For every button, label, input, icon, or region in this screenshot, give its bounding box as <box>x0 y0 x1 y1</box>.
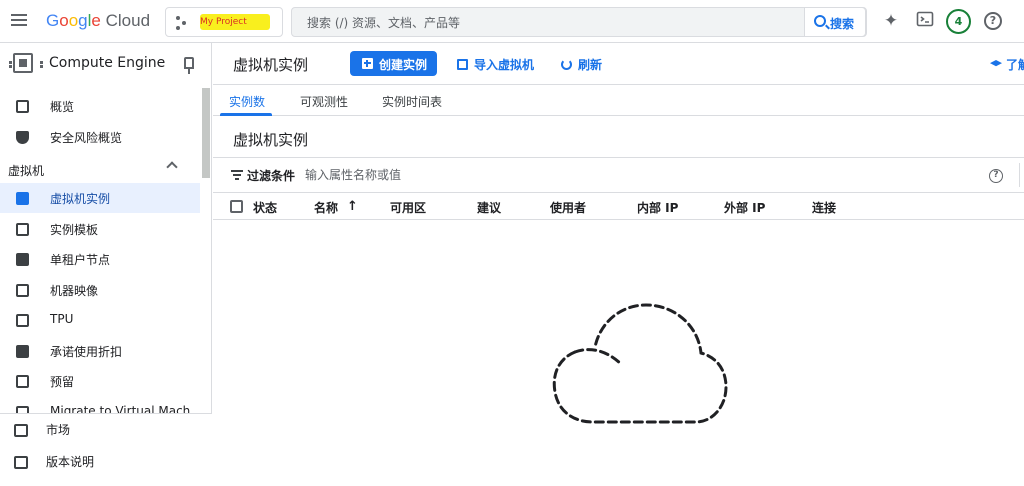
sidebar: Compute Engine 概览 安全风险概览 虚拟机 虚拟机实例 实例模板 … <box>0 43 212 486</box>
add-icon <box>362 58 373 69</box>
filter-bar: 过滤条件 ? <box>213 160 1024 190</box>
column-header-zone[interactable]: 可用区 <box>390 199 426 216</box>
sidebar-item-label: 版本说明 <box>46 455 95 469</box>
sidebar-item-vm-instances[interactable]: 虚拟机实例 <box>0 183 200 213</box>
tab-bar: 实例数 可观测性 实例时间表 <box>213 86 1024 116</box>
create-instance-label: 创建实例 <box>379 58 428 72</box>
sidebar-item-reservations[interactable]: 预留 <box>0 366 200 396</box>
search-bar[interactable]: 搜索 (/) 资源、文档、产品等 搜索 <box>291 7 867 37</box>
refresh-icon <box>561 59 572 70</box>
template-icon <box>16 223 29 236</box>
menu-icon[interactable] <box>8 11 30 33</box>
learn-label: 了解 <box>1006 58 1024 72</box>
column-header-recommendation[interactable]: 建议 <box>477 199 501 216</box>
column-header-name[interactable]: 名称 <box>314 199 338 216</box>
filter-input[interactable] <box>305 165 705 185</box>
sidebar-item-instance-templates[interactable]: 实例模板 <box>0 214 200 244</box>
shield-icon <box>16 131 29 144</box>
column-header-internal-ip[interactable]: 内部 IP <box>637 199 678 216</box>
sidebar-item-label: 机器映像 <box>50 284 99 298</box>
active-tab-indicator <box>220 113 272 116</box>
import-vm-label: 导入虚拟机 <box>474 58 535 72</box>
pin-icon[interactable] <box>184 57 194 74</box>
search-button-label: 搜索 <box>830 17 855 31</box>
create-instance-button[interactable]: 创建实例 <box>350 51 437 76</box>
sidebar-item-overview[interactable]: 概览 <box>0 91 200 121</box>
sidebar-item-label: 市场 <box>46 423 71 437</box>
search-icon <box>814 15 826 27</box>
discount-icon <box>16 345 29 358</box>
sidebar-item-marketplace[interactable]: 市场 <box>0 415 212 445</box>
top-bar: Google Cloud My Project 搜索 (/) 资源、文档、产品等… <box>0 0 1024 43</box>
sidebar-item-committed-use-discounts[interactable]: 承诺使用折扣 <box>0 336 200 366</box>
sidebar-item-machine-images[interactable]: 机器映像 <box>0 275 200 305</box>
sidebar-item-label: 单租户节点 <box>50 253 111 267</box>
sidebar-item-label: TPU <box>50 312 74 326</box>
refresh-label: 刷新 <box>578 58 603 72</box>
sidebar-item-security-overview[interactable]: 安全风险概览 <box>0 122 200 152</box>
sidebar-item-label: 虚拟机实例 <box>50 192 111 206</box>
help-icon[interactable]: ? <box>984 12 1002 30</box>
project-picker[interactable]: My Project <box>165 7 283 37</box>
tab-observability[interactable]: 可观测性 <box>300 93 348 110</box>
machine-image-icon <box>16 284 29 297</box>
import-vm-button[interactable]: 导入虚拟机 <box>457 56 534 73</box>
sidebar-scrollbar[interactable] <box>202 88 210 178</box>
search-input[interactable]: 搜索 (/) 资源、文档、产品等 <box>307 14 460 31</box>
product-header: Compute Engine <box>0 43 212 85</box>
sidebar-item-label: 安全风险概览 <box>50 131 123 145</box>
release-notes-icon <box>14 456 28 469</box>
vm-instance-icon <box>16 192 29 205</box>
sidebar-item-label: 概览 <box>50 100 75 114</box>
column-header-connect[interactable]: 连接 <box>812 199 836 216</box>
reservation-icon <box>16 375 29 388</box>
sidebar-section-vm[interactable]: 虚拟机 <box>8 162 44 179</box>
learn-button[interactable]: 了解 <box>990 56 1024 73</box>
sidebar-item-label: 承诺使用折扣 <box>50 345 123 359</box>
tpu-icon <box>16 314 29 327</box>
overview-icon <box>16 100 29 113</box>
sidebar-item-sole-tenant-nodes[interactable]: 单租户节点 <box>0 244 200 274</box>
tab-instances[interactable]: 实例数 <box>229 93 265 110</box>
column-header-in-use-by[interactable]: 使用者 <box>550 199 586 216</box>
filter-label[interactable]: 过滤条件 <box>247 167 295 184</box>
filter-icon[interactable] <box>231 170 243 180</box>
help-icon[interactable]: ? <box>989 169 1003 183</box>
notifications-badge[interactable]: 4 <box>946 9 971 34</box>
search-button[interactable]: 搜索 <box>804 7 866 37</box>
tab-instance-schedules[interactable]: 实例时间表 <box>382 93 442 110</box>
project-picker-icon <box>176 16 190 30</box>
sidebar-footer: 市场 版本说明 <box>0 413 212 486</box>
cloud-shell-icon[interactable] <box>914 10 936 32</box>
sort-ascending-icon[interactable]: ↑ <box>347 199 358 214</box>
school-icon <box>990 60 1002 67</box>
import-icon <box>457 59 468 70</box>
select-all-checkbox[interactable] <box>230 200 243 213</box>
section-title: 虚拟机实例 <box>233 131 309 149</box>
main-content: 虚拟机实例 创建实例 导入虚拟机 刷新 了解 实例数 可观测性 实例时间表 虚拟… <box>213 43 1024 486</box>
empty-state-cloud-illustration <box>552 303 728 424</box>
column-header-external-ip[interactable]: 外部 IP <box>724 199 765 216</box>
divider <box>1019 163 1020 187</box>
product-title: Compute Engine <box>49 55 166 71</box>
gemini-icon[interactable]: ✦ <box>880 10 902 32</box>
compute-engine-icon <box>9 53 43 73</box>
sidebar-item-label: 实例模板 <box>50 223 99 237</box>
google-cloud-logo[interactable]: Google Cloud <box>46 11 150 31</box>
chevron-up-icon[interactable] <box>166 161 178 173</box>
sidebar-item-release-notes[interactable]: 版本说明 <box>0 447 212 477</box>
table-header: 状态 名称 ↑ 可用区 建议 使用者 内部 IP 外部 IP 连接 <box>213 192 1024 220</box>
marketplace-icon <box>14 424 28 437</box>
column-header-status[interactable]: 状态 <box>253 199 277 216</box>
refresh-button[interactable]: 刷新 <box>561 56 602 73</box>
sidebar-item-tpu[interactable]: TPU <box>0 305 200 335</box>
divider <box>213 157 1024 158</box>
sidebar-item-label: 预留 <box>50 375 75 389</box>
page-title: 虚拟机实例 <box>233 56 309 74</box>
sole-tenant-icon <box>16 253 29 266</box>
project-name-redacted: My Project <box>200 14 270 30</box>
action-bar: 虚拟机实例 创建实例 导入虚拟机 刷新 了解 <box>213 43 1024 85</box>
